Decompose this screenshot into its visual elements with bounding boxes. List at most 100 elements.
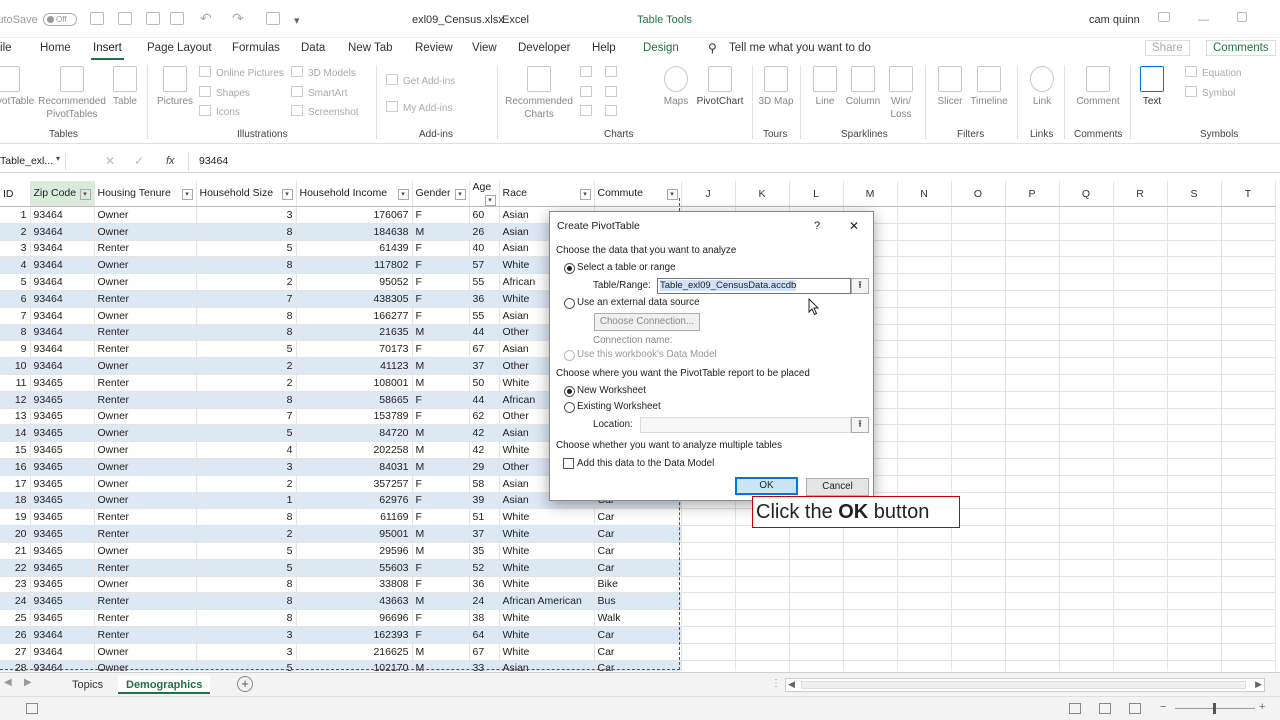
empty-cell[interactable] bbox=[897, 525, 952, 543]
table-cell[interactable]: F bbox=[412, 626, 470, 644]
table-cell[interactable]: 51 bbox=[469, 508, 500, 527]
table-cell[interactable]: 11 bbox=[0, 374, 31, 392]
empty-cell[interactable] bbox=[951, 643, 1006, 661]
tab-help[interactable]: Help bbox=[592, 42, 616, 54]
table-cell[interactable]: 3 bbox=[196, 626, 297, 644]
empty-cell[interactable] bbox=[1059, 357, 1114, 375]
filter-dropdown-icon[interactable]: ▾ bbox=[79, 189, 91, 200]
empty-cell[interactable] bbox=[1113, 441, 1168, 459]
table-cell[interactable]: F bbox=[412, 475, 470, 493]
sparkline-column-button[interactable]: Column bbox=[844, 66, 882, 108]
empty-cell[interactable] bbox=[1113, 492, 1168, 510]
table-cell[interactable]: 55 bbox=[469, 273, 500, 291]
empty-cell[interactable] bbox=[1059, 324, 1114, 342]
empty-cell[interactable] bbox=[897, 542, 952, 560]
table-cell[interactable]: 5 bbox=[196, 559, 297, 577]
table-cell[interactable]: 5 bbox=[0, 273, 31, 291]
table-cell[interactable]: Renter bbox=[94, 609, 197, 627]
table-cell[interactable]: 13 bbox=[0, 408, 31, 426]
table-cell[interactable]: 184638 bbox=[296, 223, 413, 241]
empty-cell[interactable] bbox=[1221, 660, 1276, 671]
empty-cell[interactable] bbox=[843, 660, 898, 671]
empty-cell[interactable] bbox=[1059, 576, 1114, 594]
symbol-button[interactable]: Symbol bbox=[1185, 86, 1235, 99]
table-button[interactable]: Table bbox=[110, 66, 140, 108]
table-cell[interactable]: 37 bbox=[469, 357, 500, 375]
empty-cell[interactable] bbox=[897, 324, 952, 342]
save-icon[interactable] bbox=[90, 12, 104, 25]
empty-cell[interactable] bbox=[1167, 492, 1222, 510]
customize-qat-icon[interactable]: ▾ bbox=[294, 14, 300, 27]
empty-cell[interactable] bbox=[1221, 525, 1276, 543]
column-header[interactable]: Housing Tenure ▾ bbox=[94, 181, 197, 207]
table-cell[interactable]: 357257 bbox=[296, 475, 413, 493]
table-cell[interactable]: 95052 bbox=[296, 273, 413, 291]
table-cell[interactable]: 93465 bbox=[30, 458, 95, 476]
table-cell[interactable]: M bbox=[412, 374, 470, 392]
empty-cell[interactable] bbox=[1221, 475, 1276, 493]
empty-cell[interactable] bbox=[1059, 458, 1114, 476]
empty-cell[interactable] bbox=[1221, 290, 1276, 308]
table-cell[interactable]: 24 bbox=[0, 592, 31, 611]
table-cell[interactable]: Renter bbox=[94, 340, 197, 359]
empty-cell[interactable] bbox=[951, 273, 1006, 291]
table-cell[interactable]: M bbox=[412, 424, 470, 443]
empty-cell[interactable] bbox=[789, 542, 844, 560]
table-cell[interactable]: 3 bbox=[0, 240, 31, 258]
empty-cell[interactable] bbox=[897, 256, 952, 275]
external-source-radio[interactable] bbox=[564, 298, 575, 309]
empty-cell[interactable] bbox=[789, 592, 844, 611]
tab-review[interactable]: Review bbox=[415, 42, 453, 54]
empty-cell[interactable] bbox=[1059, 340, 1114, 359]
table-cell[interactable]: White bbox=[499, 609, 595, 627]
empty-cell[interactable] bbox=[1167, 374, 1222, 392]
table-cell[interactable]: Renter bbox=[94, 559, 197, 577]
statistic-chart-icon[interactable] bbox=[605, 86, 622, 99]
empty-cell[interactable] bbox=[1167, 357, 1222, 375]
empty-cell[interactable] bbox=[1167, 458, 1222, 476]
table-cell[interactable]: 8 bbox=[196, 324, 297, 342]
column-letter[interactable]: L bbox=[789, 181, 844, 207]
table-cell[interactable]: 57 bbox=[469, 256, 500, 275]
empty-cell[interactable] bbox=[897, 307, 952, 325]
table-cell[interactable]: 93464 bbox=[30, 290, 95, 308]
empty-cell[interactable] bbox=[789, 559, 844, 577]
table-cell[interactable]: F bbox=[412, 391, 470, 409]
empty-cell[interactable] bbox=[1005, 508, 1060, 527]
empty-cell[interactable] bbox=[1059, 391, 1114, 409]
empty-cell[interactable] bbox=[1059, 643, 1114, 661]
add-sheet-icon[interactable]: + bbox=[237, 676, 253, 692]
table-cell[interactable]: 55 bbox=[469, 307, 500, 325]
table-cell[interactable]: F bbox=[412, 609, 470, 627]
table-cell[interactable]: 93465 bbox=[30, 525, 95, 543]
table-cell[interactable]: 93464 bbox=[30, 223, 95, 241]
empty-cell[interactable] bbox=[843, 626, 898, 644]
empty-cell[interactable] bbox=[1005, 492, 1060, 510]
empty-cell[interactable] bbox=[897, 357, 952, 375]
empty-cell[interactable] bbox=[951, 307, 1006, 325]
empty-cell[interactable] bbox=[1059, 307, 1114, 325]
empty-cell[interactable] bbox=[1113, 643, 1168, 661]
empty-cell[interactable] bbox=[1059, 223, 1114, 241]
table-cell[interactable]: F bbox=[412, 559, 470, 577]
empty-cell[interactable] bbox=[897, 458, 952, 476]
autosave-toggle[interactable]: Off bbox=[43, 13, 77, 26]
column-header[interactable]: Race ▾ bbox=[499, 181, 595, 207]
data-model-radio[interactable] bbox=[564, 350, 575, 361]
table-cell[interactable]: 8 bbox=[196, 609, 297, 627]
table-cell[interactable]: 37 bbox=[469, 525, 500, 543]
table-cell[interactable]: 61439 bbox=[296, 240, 413, 258]
empty-cell[interactable] bbox=[681, 525, 736, 543]
empty-cell[interactable] bbox=[1059, 626, 1114, 644]
table-cell[interactable]: Walk bbox=[594, 609, 682, 627]
table-cell[interactable]: Owner bbox=[94, 475, 197, 493]
empty-cell[interactable] bbox=[1113, 660, 1168, 671]
empty-cell[interactable] bbox=[1221, 576, 1276, 594]
table-cell[interactable]: 33 bbox=[469, 660, 500, 671]
empty-cell[interactable] bbox=[1059, 609, 1114, 627]
table-cell[interactable]: 93464 bbox=[30, 324, 95, 342]
empty-cell[interactable] bbox=[1167, 643, 1222, 661]
column-letter[interactable]: P bbox=[1005, 181, 1060, 207]
table-cell[interactable]: 93465 bbox=[30, 441, 95, 459]
empty-cell[interactable] bbox=[951, 576, 1006, 594]
